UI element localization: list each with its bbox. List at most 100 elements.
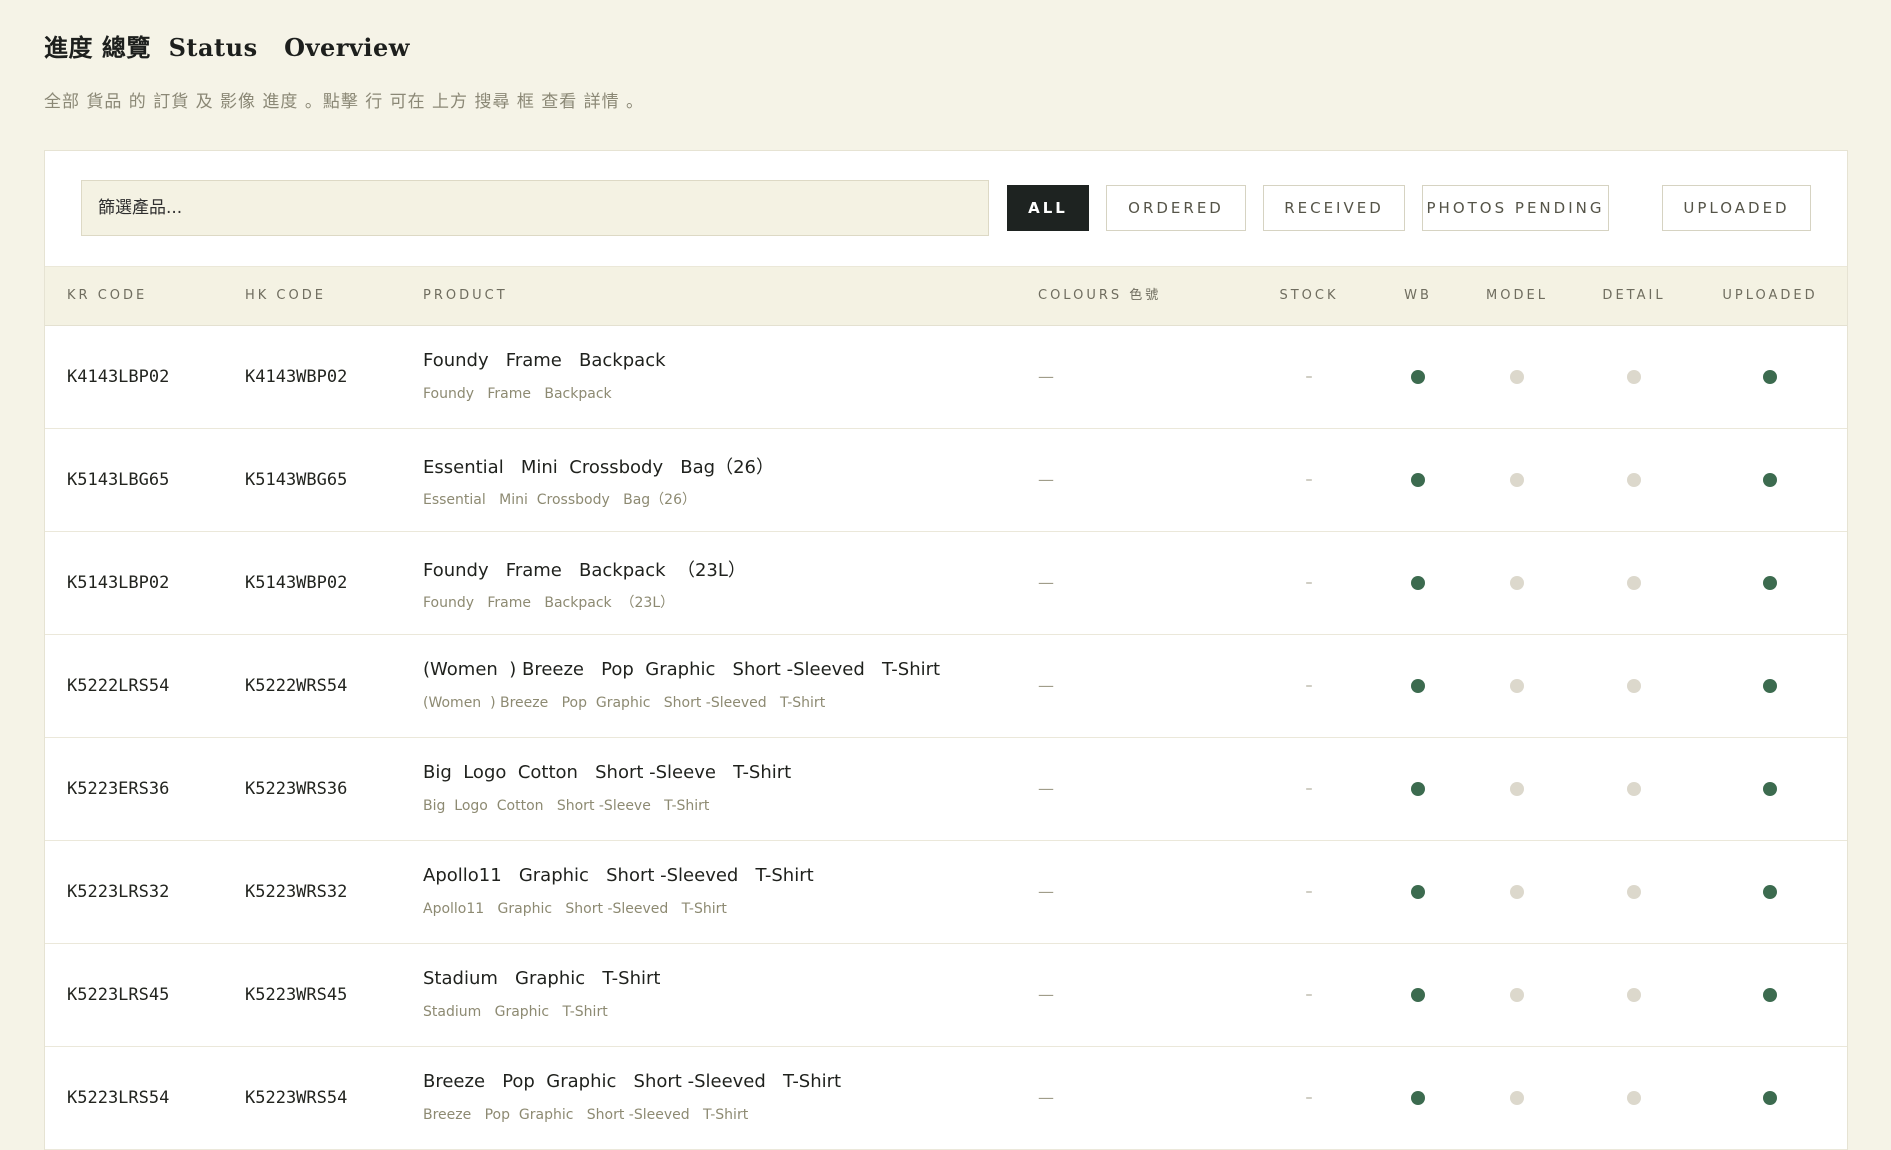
table-body: K4143LBP02 K4143WBP02 Foundy Frame Backp… [45, 326, 1847, 1150]
product-subname: Essential Mini Crossbody Bag（26） [423, 492, 696, 508]
stock-cell: – [1305, 369, 1313, 385]
product-subname: Foundy Frame Backpack （23L） [423, 595, 675, 611]
model-status-dot [1510, 370, 1524, 384]
colours-cell: — [1038, 779, 1054, 798]
table-row[interactable]: K5223LRS54 K5223WRS54 Breeze Pop Graphic… [45, 1047, 1847, 1150]
detail-status-dot [1627, 988, 1641, 1002]
filter-toolbar: ALL ORDERED RECEIVED PHOTOS PENDING UPLO… [45, 151, 1847, 267]
hk-code-cell: K5223WRS36 [245, 779, 348, 799]
column-header-colours[interactable]: COLOURS 色號 [1038, 267, 1161, 325]
table-row[interactable]: K5143LBG65 K5143WBG65 Essential Mini Cro… [45, 429, 1847, 532]
column-header-wb[interactable]: WB [1404, 267, 1432, 325]
table-row[interactable]: K5223LRS45 K5223WRS45 Stadium Graphic T-… [45, 944, 1847, 1047]
table-row[interactable]: K5223LRS32 K5223WRS32 Apollo11 Graphic S… [45, 841, 1847, 944]
product-subname: Big Logo Cotton Short -Sleeve T-Shirt [423, 798, 710, 814]
column-header-uploaded[interactable]: UPLOADED [1722, 267, 1817, 325]
column-header-product[interactable]: PRODUCT [423, 267, 508, 325]
hk-code-cell: K5223WRS32 [245, 882, 348, 902]
product-filter-input[interactable] [81, 180, 989, 236]
wb-status-dot [1411, 473, 1425, 487]
column-header-detail[interactable]: DETAIL [1602, 267, 1665, 325]
table-row[interactable]: K5143LBP02 K5143WBP02 Foundy Frame Backp… [45, 532, 1847, 635]
uploaded-status-dot [1763, 885, 1777, 899]
filter-received-button[interactable]: RECEIVED [1263, 185, 1405, 231]
detail-status-dot [1627, 1091, 1641, 1105]
kr-code-cell: K5143LBP02 [67, 573, 170, 593]
detail-status-dot [1627, 782, 1641, 796]
product-name: Foundy Frame Backpack [423, 350, 666, 371]
uploaded-status-dot [1763, 576, 1777, 590]
detail-status-dot [1627, 679, 1641, 693]
kr-code-cell: K5143LBG65 [67, 470, 170, 490]
kr-code-cell: K5222LRS54 [67, 676, 170, 696]
filter-ordered-button[interactable]: ORDERED [1106, 185, 1246, 231]
stock-cell: – [1305, 575, 1313, 591]
product-subname: Breeze Pop Graphic Short -Sleeved T-Shir… [423, 1107, 749, 1123]
product-subname: (Women ) Breeze Pop Graphic Short -Sleev… [423, 695, 826, 711]
kr-code-cell: K5223ERS36 [67, 779, 170, 799]
stock-cell: – [1305, 781, 1313, 797]
stock-cell: – [1305, 1090, 1313, 1106]
model-status-dot [1510, 473, 1524, 487]
kr-code-cell: K4143LBP02 [67, 367, 170, 387]
product-name: (Women ) Breeze Pop Graphic Short -Sleev… [423, 659, 941, 680]
colours-cell: — [1038, 1088, 1054, 1107]
product-subname: Foundy Frame Backpack [423, 386, 612, 402]
filter-photos-pending-button[interactable]: PHOTOS PENDING [1422, 185, 1609, 231]
wb-status-dot [1411, 679, 1425, 693]
kr-code-cell: K5223LRS32 [67, 882, 170, 902]
hk-code-cell: K4143WBP02 [245, 367, 348, 387]
status-table-panel: ALL ORDERED RECEIVED PHOTOS PENDING UPLO… [44, 150, 1848, 1150]
wb-status-dot [1411, 988, 1425, 1002]
filter-uploaded-button[interactable]: UPLOADED [1662, 185, 1811, 231]
product-name: Big Logo Cotton Short -Sleeve T-Shirt [423, 762, 792, 783]
uploaded-status-dot [1763, 1091, 1777, 1105]
page-title: 進度 總覽 Status Overview [44, 33, 410, 62]
hk-code-cell: K5143WBP02 [245, 573, 348, 593]
hk-code-cell: K5223WRS45 [245, 985, 348, 1005]
colours-cell: — [1038, 985, 1054, 1004]
hk-code-cell: K5222WRS54 [245, 676, 348, 696]
colours-cell: — [1038, 470, 1054, 489]
uploaded-status-dot [1763, 370, 1777, 384]
wb-status-dot [1411, 782, 1425, 796]
filter-all-button[interactable]: ALL [1007, 185, 1089, 231]
model-status-dot [1510, 885, 1524, 899]
model-status-dot [1510, 576, 1524, 590]
status-overview-page: 進度 總覽 Status Overview 全部 貨品 的 訂貨 及 影像 進度… [0, 0, 1891, 1150]
column-header-stock[interactable]: STOCK [1279, 267, 1338, 325]
table-row[interactable]: K4143LBP02 K4143WBP02 Foundy Frame Backp… [45, 326, 1847, 429]
product-subname: Stadium Graphic T-Shirt [423, 1004, 608, 1020]
detail-status-dot [1627, 370, 1641, 384]
page-header: 進度 總覽 Status Overview 全部 貨品 的 訂貨 及 影像 進度… [44, 28, 644, 112]
colours-cell: — [1038, 573, 1054, 592]
page-subtitle: 全部 貨品 的 訂貨 及 影像 進度 。點擊 行 可在 上方 搜尋 框 查看 詳… [44, 92, 645, 112]
product-name: Essential Mini Crossbody Bag（26） [423, 457, 774, 478]
wb-status-dot [1411, 370, 1425, 384]
model-status-dot [1510, 679, 1524, 693]
uploaded-status-dot [1763, 473, 1777, 487]
column-header-hk-code[interactable]: HK CODE [245, 267, 326, 325]
column-header-model[interactable]: MODEL [1486, 267, 1548, 325]
model-status-dot [1510, 1091, 1524, 1105]
table-header: KR CODE HK CODE PRODUCT COLOURS 色號 STOCK… [45, 267, 1847, 326]
stock-cell: – [1305, 678, 1313, 694]
product-name: Stadium Graphic T-Shirt [423, 968, 661, 989]
hk-code-cell: K5223WRS54 [245, 1088, 348, 1108]
colours-cell: — [1038, 882, 1054, 901]
table-row[interactable]: K5222LRS54 K5222WRS54 (Women ) Breeze Po… [45, 635, 1847, 738]
product-subname: Apollo11 Graphic Short -Sleeved T-Shirt [423, 901, 727, 917]
table-row[interactable]: K5223ERS36 K5223WRS36 Big Logo Cotton Sh… [45, 738, 1847, 841]
detail-status-dot [1627, 576, 1641, 590]
stock-cell: – [1305, 472, 1313, 488]
column-header-kr-code[interactable]: KR CODE [67, 267, 147, 325]
stock-cell: – [1305, 987, 1313, 1003]
product-name: Breeze Pop Graphic Short -Sleeved T-Shir… [423, 1071, 842, 1092]
uploaded-status-dot [1763, 782, 1777, 796]
model-status-dot [1510, 988, 1524, 1002]
kr-code-cell: K5223LRS45 [67, 985, 170, 1005]
colours-cell: — [1038, 367, 1054, 386]
model-status-dot [1510, 782, 1524, 796]
uploaded-status-dot [1763, 679, 1777, 693]
detail-status-dot [1627, 473, 1641, 487]
